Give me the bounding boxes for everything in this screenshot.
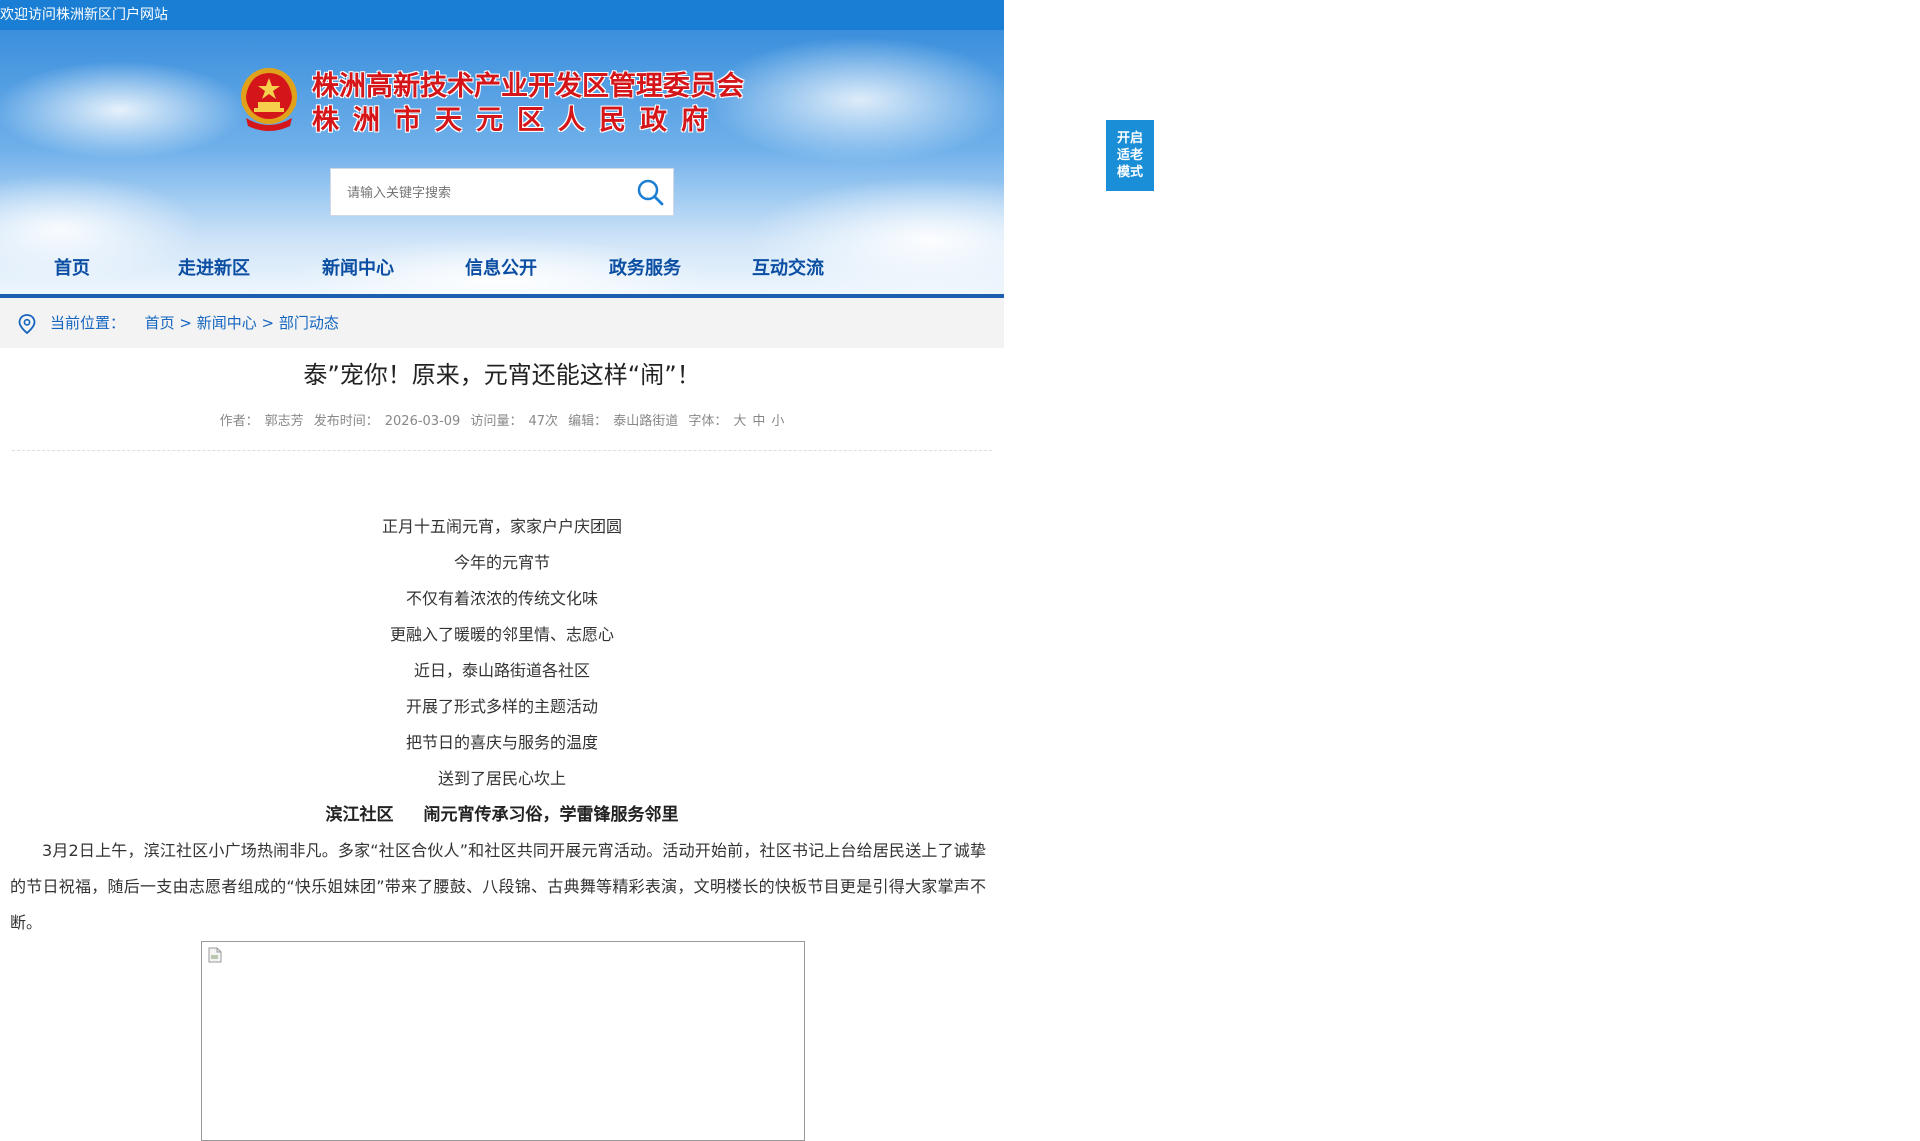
header-banner: 株洲高新技术产业开发区管理委员会 株洲市天元区人民政府 首页 走进新区 新闻中心… bbox=[0, 30, 1004, 294]
welcome-bar: 欢迎访问株洲新区门户网站 bbox=[0, 0, 1004, 30]
title-line-1: 株洲高新技术产业开发区管理委员会 bbox=[312, 71, 744, 102]
poem-line: 送到了居民心坎上 bbox=[437, 769, 566, 788]
breadcrumb-news-link[interactable]: 新闻中心 bbox=[197, 314, 257, 332]
title-line-2: 株洲市天元区人民政府 bbox=[312, 105, 722, 136]
poem-line: 不仅有着浓浓的传统文化味 bbox=[405, 589, 598, 608]
poem-line: 把节日的喜庆与服务的温度 bbox=[405, 733, 598, 752]
article-meta: 作者： 郭志芳 发布时间： 2026-03-09 访问量： 47次 编辑： 泰山路街道 … bbox=[0, 412, 1004, 432]
breadcrumb: 当前位置： 首页 > 新闻中心 > 部门动态 bbox=[0, 298, 1004, 348]
poem-line: 更融入了暖暖的邻里情、志愿心 bbox=[389, 625, 614, 644]
font-size-small-button[interactable]: 小 bbox=[771, 414, 784, 429]
nav-item-info[interactable]: 信息公开 bbox=[465, 252, 537, 286]
meta-views: 47次 bbox=[528, 414, 559, 429]
main-nav: 首页 走进新区 新闻中心 信息公开 政务服务 互动交流 bbox=[0, 252, 1004, 286]
search-input[interactable] bbox=[345, 169, 629, 217]
elder-mode-line-3: 模式 bbox=[1116, 165, 1143, 180]
elder-mode-button[interactable]: 开启 适老 模式 bbox=[1106, 120, 1154, 191]
meta-date: 2026-03-09 bbox=[384, 414, 461, 429]
poem-line: 开展了形式多样的主题活动 bbox=[405, 697, 598, 716]
breadcrumb-label: 当前位置： bbox=[50, 314, 126, 332]
article-image bbox=[201, 941, 805, 1141]
meta-views-label: 访问量： bbox=[470, 414, 523, 429]
search-icon[interactable] bbox=[635, 177, 665, 207]
national-emblem-icon bbox=[241, 68, 297, 131]
font-size-large-button[interactable]: 大 bbox=[733, 414, 746, 429]
poem-line: 正月十五闹元宵，家家户户庆团圆 bbox=[381, 517, 622, 536]
intro-poem: 正月十五闹元宵，家家户户庆团圆 今年的元宵节 不仅有着浓浓的传统文化味 更融入了… bbox=[0, 509, 1004, 797]
meta-author-label: 作者： bbox=[219, 414, 259, 429]
breadcrumb-separator: > bbox=[179, 314, 192, 332]
article-paragraph: 3月2日上午，滨江社区小广场热闹非凡。多家“社区合伙人”和社区共同开展元宵活动。… bbox=[10, 841, 986, 932]
page-wrapper: 欢迎访问株洲新区门户网站 株洲高新技术产业开发区管理委员会 株洲市天元区人民政府… bbox=[0, 0, 1004, 1141]
breadcrumb-home-link[interactable]: 首页 bbox=[145, 314, 175, 332]
article-title: 泰”宠你！原来，元宵还能这样“闹”！ bbox=[303, 361, 701, 389]
nav-item-home[interactable]: 首页 bbox=[54, 252, 90, 286]
font-size-medium-button[interactable]: 中 bbox=[752, 414, 765, 429]
breadcrumb-separator: > bbox=[261, 314, 275, 332]
elder-mode-line-1: 开启 bbox=[1116, 131, 1143, 146]
nav-item-news[interactable]: 新闻中心 bbox=[322, 252, 394, 286]
meta-date-label: 发布时间： bbox=[313, 414, 379, 429]
nav-item-about[interactable]: 走进新区 bbox=[178, 252, 250, 286]
nav-item-interaction[interactable]: 互动交流 bbox=[752, 252, 824, 286]
meta-editor-label: 编辑： bbox=[568, 414, 608, 429]
subheading-topic: 闹元宵传承习俗，学雷锋服务邻里 bbox=[423, 805, 679, 825]
meta-editor: 泰山路街道 bbox=[613, 414, 679, 429]
site-title: 株洲高新技术产业开发区管理委员会 株洲市天元区人民政府 bbox=[312, 70, 744, 138]
search-box bbox=[330, 168, 674, 217]
meta-divider bbox=[12, 450, 992, 451]
poem-line: 近日，泰山路街道各社区 bbox=[413, 661, 590, 680]
location-pin-icon bbox=[18, 314, 36, 334]
image-area bbox=[0, 941, 1004, 1141]
poem-line: 今年的元宵节 bbox=[453, 553, 550, 572]
article-body: 正月十五闹元宵，家家户户庆团圆 今年的元宵节 不仅有着浓浓的传统文化味 更融入了… bbox=[0, 509, 1004, 1141]
meta-font-label: 字体： bbox=[688, 414, 728, 429]
welcome-text: 欢迎访问株洲新区门户网站 bbox=[0, 7, 168, 23]
section-subheading: 滨江社区 闹元宵传承习俗，学雷锋服务邻里 bbox=[0, 797, 1004, 833]
nav-item-services[interactable]: 政务服务 bbox=[609, 252, 681, 286]
elder-mode-line-2: 适老 bbox=[1116, 148, 1143, 163]
meta-author: 郭志芳 bbox=[264, 414, 304, 429]
breadcrumb-text: 当前位置： 首页 > 新闻中心 > 部门动态 bbox=[50, 298, 339, 348]
broken-image-icon bbox=[208, 947, 222, 963]
subheading-community: 滨江社区 bbox=[325, 805, 394, 825]
breadcrumb-dept-link[interactable]: 部门动态 bbox=[279, 314, 339, 332]
